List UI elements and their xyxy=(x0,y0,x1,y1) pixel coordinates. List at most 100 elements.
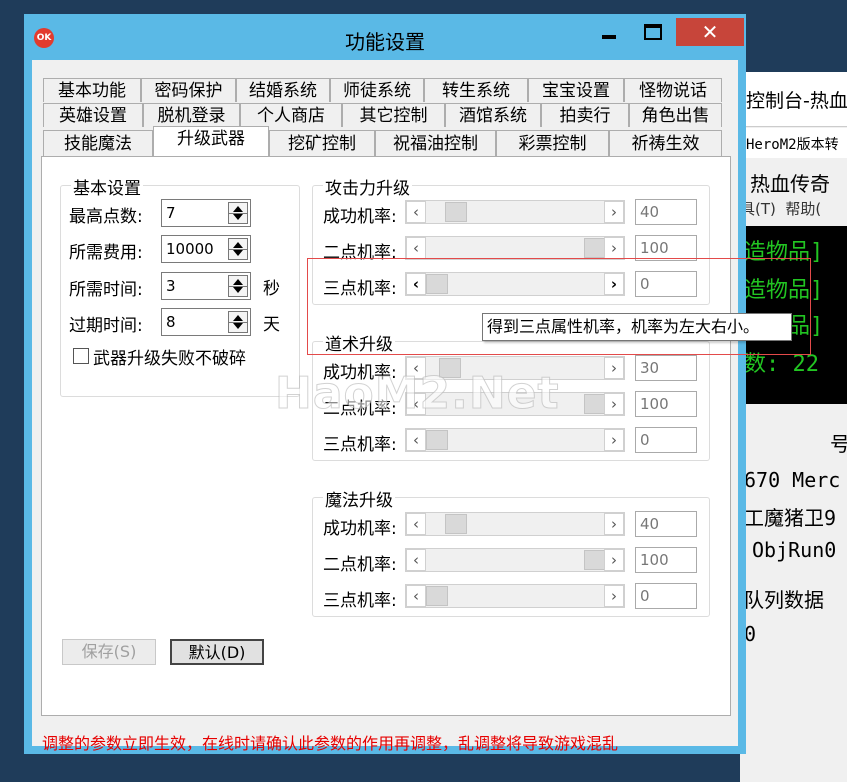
tab-monster-speech[interactable]: 怪物说话 xyxy=(624,78,722,102)
chevron-right-icon[interactable]: › xyxy=(604,585,624,607)
chevron-right-icon[interactable]: › xyxy=(604,393,624,415)
slider-thumb[interactable] xyxy=(426,586,448,606)
console-line: 工魔猪卫9 xyxy=(744,506,837,530)
rate-value-field[interactable]: 100 xyxy=(635,391,697,417)
rate-label: 二点机率: xyxy=(323,555,397,575)
slider-thumb[interactable] xyxy=(584,238,606,258)
slider-thumb[interactable] xyxy=(584,550,606,570)
minimize-button[interactable] xyxy=(587,18,631,46)
spinner-arrows-icon[interactable] xyxy=(228,202,248,224)
rate-slider[interactable]: ‹ › xyxy=(405,512,625,536)
spinner-arrows-icon[interactable] xyxy=(228,275,248,297)
menu-help[interactable]: 帮助( xyxy=(785,200,821,218)
expire-value: 8 xyxy=(166,313,176,331)
rate-value: 100 xyxy=(640,239,669,257)
console-menu: 具(T) 帮助( xyxy=(740,198,821,219)
slider-thumb[interactable] xyxy=(426,430,448,450)
close-button[interactable]: ✕ xyxy=(676,18,744,46)
expire-label: 过期时间: xyxy=(69,316,143,336)
rate-value-field[interactable]: 100 xyxy=(635,547,697,573)
save-button[interactable]: 保存(S) xyxy=(62,639,156,665)
tab-password-protection[interactable]: 密码保护 xyxy=(141,78,236,102)
rate-value: 40 xyxy=(640,203,660,221)
rate-value: 40 xyxy=(640,515,660,533)
rate-label: 成功机率: xyxy=(323,207,397,227)
slider-thumb[interactable] xyxy=(445,514,467,534)
tab-offline-login[interactable]: 脱机登录 xyxy=(143,103,240,127)
chevron-right-icon[interactable]: › xyxy=(604,237,624,259)
maximize-icon xyxy=(644,24,662,40)
cost-label: 所需费用: xyxy=(69,243,143,263)
spinner-arrows-icon[interactable] xyxy=(228,238,248,260)
rate-slider[interactable]: ‹ › xyxy=(405,584,625,608)
tab-hero-settings[interactable]: 英雄设置 xyxy=(43,103,143,127)
rate-value: 100 xyxy=(640,395,669,413)
rate-value-field[interactable]: 0 xyxy=(635,583,697,609)
tab-marriage-system[interactable]: 结婚系统 xyxy=(236,78,330,102)
console-line: 号 xyxy=(830,432,847,456)
tab-personal-shop[interactable]: 个人商店 xyxy=(240,103,342,127)
weapon-upgrade-panel: 基本设置 最高点数: 7 所需费用: 10000 所需时间: 3 秒 过期时间: xyxy=(41,156,731,716)
no-break-checkbox[interactable] xyxy=(73,348,89,364)
chevron-right-icon[interactable]: › xyxy=(604,201,624,223)
console-line: 670 Merc xyxy=(744,468,841,492)
magic-upgrade-label: 魔法升级 xyxy=(323,486,395,511)
chevron-left-icon[interactable]: ‹ xyxy=(406,237,426,259)
chevron-right-icon[interactable]: › xyxy=(604,357,624,379)
tab-weapon-upgrade[interactable]: 升级武器 xyxy=(153,126,269,156)
rate-slider[interactable]: ‹ › xyxy=(405,548,625,572)
rate-value: 100 xyxy=(640,551,669,569)
tab-character-sale[interactable]: 角色出售 xyxy=(629,103,722,127)
tab-mining-control[interactable]: 挖矿控制 xyxy=(269,130,375,157)
rate-value-field[interactable]: 0 xyxy=(635,427,697,453)
tab-tavern-system[interactable]: 酒馆系统 xyxy=(445,103,541,127)
console-heading: 热血传奇 xyxy=(750,172,830,196)
maximize-button[interactable] xyxy=(632,18,674,46)
tab-skill-magic[interactable]: 技能魔法 xyxy=(43,130,153,157)
time-value: 3 xyxy=(166,277,176,295)
tooltip: 得到三点属性机率，机率为左大右小。 xyxy=(482,313,792,341)
chevron-left-icon[interactable]: ‹ xyxy=(406,585,426,607)
console-version-bar: HeroM2版本转 xyxy=(740,128,847,158)
tab-mentor-system[interactable]: 师徒系统 xyxy=(330,78,424,102)
tab-rebirth-system[interactable]: 转生系统 xyxy=(424,78,528,102)
title-bar[interactable]: OK 功能设置 ✕ xyxy=(24,14,746,60)
rate-value-field[interactable]: 40 xyxy=(635,511,697,537)
chevron-right-icon[interactable]: › xyxy=(604,513,624,535)
time-spinner[interactable]: 3 xyxy=(161,272,251,300)
expire-spinner[interactable]: 8 xyxy=(161,308,251,336)
tab-lottery-control[interactable]: 彩票控制 xyxy=(496,130,609,157)
rate-slider[interactable]: ‹ › xyxy=(405,200,625,224)
tab-other-controls[interactable]: 其它控制 xyxy=(342,103,445,127)
default-button[interactable]: 默认(D) xyxy=(170,639,264,665)
rate-value: 0 xyxy=(640,431,650,449)
rate-label: 成功机率: xyxy=(323,519,397,539)
tab-basic-functions[interactable]: 基本功能 xyxy=(43,78,141,102)
watermark: HaoM2.Net xyxy=(275,368,560,420)
slider-thumb[interactable] xyxy=(445,202,467,222)
chevron-left-icon[interactable]: ‹ xyxy=(406,513,426,535)
console-line: ObjRun0 xyxy=(752,538,837,562)
chevron-right-icon[interactable]: › xyxy=(604,549,624,571)
rate-slider[interactable]: ‹ › xyxy=(405,428,625,452)
rate-value-field[interactable]: 40 xyxy=(635,199,697,225)
console-title-bar: 控制台-热血 xyxy=(740,72,847,127)
cost-spinner[interactable]: 10000 xyxy=(161,235,251,263)
time-label: 所需时间: xyxy=(69,280,143,300)
chevron-right-icon[interactable]: › xyxy=(604,429,624,451)
console-title: 控制台-热血 xyxy=(746,90,847,112)
tab-blessing-oil[interactable]: 祝福油控制 xyxy=(375,130,496,157)
chevron-left-icon[interactable]: ‹ xyxy=(406,201,426,223)
spinner-arrows-icon[interactable] xyxy=(228,311,248,333)
tab-pet-settings[interactable]: 宝宝设置 xyxy=(528,78,624,102)
rate-value-field[interactable]: 30 xyxy=(635,355,697,381)
rate-slider[interactable]: ‹ › xyxy=(405,236,625,260)
rate-label: 三点机率: xyxy=(323,591,397,611)
tab-auction[interactable]: 拍卖行 xyxy=(541,103,629,127)
slider-thumb[interactable] xyxy=(584,394,606,414)
chevron-left-icon[interactable]: ‹ xyxy=(406,429,426,451)
basic-settings-group: 基本设置 最高点数: 7 所需费用: 10000 所需时间: 3 秒 过期时间: xyxy=(60,174,300,397)
chevron-left-icon[interactable]: ‹ xyxy=(406,549,426,571)
max-points-spinner[interactable]: 7 xyxy=(161,199,251,227)
tab-prayer-effect[interactable]: 祈祷生效 xyxy=(609,130,722,157)
